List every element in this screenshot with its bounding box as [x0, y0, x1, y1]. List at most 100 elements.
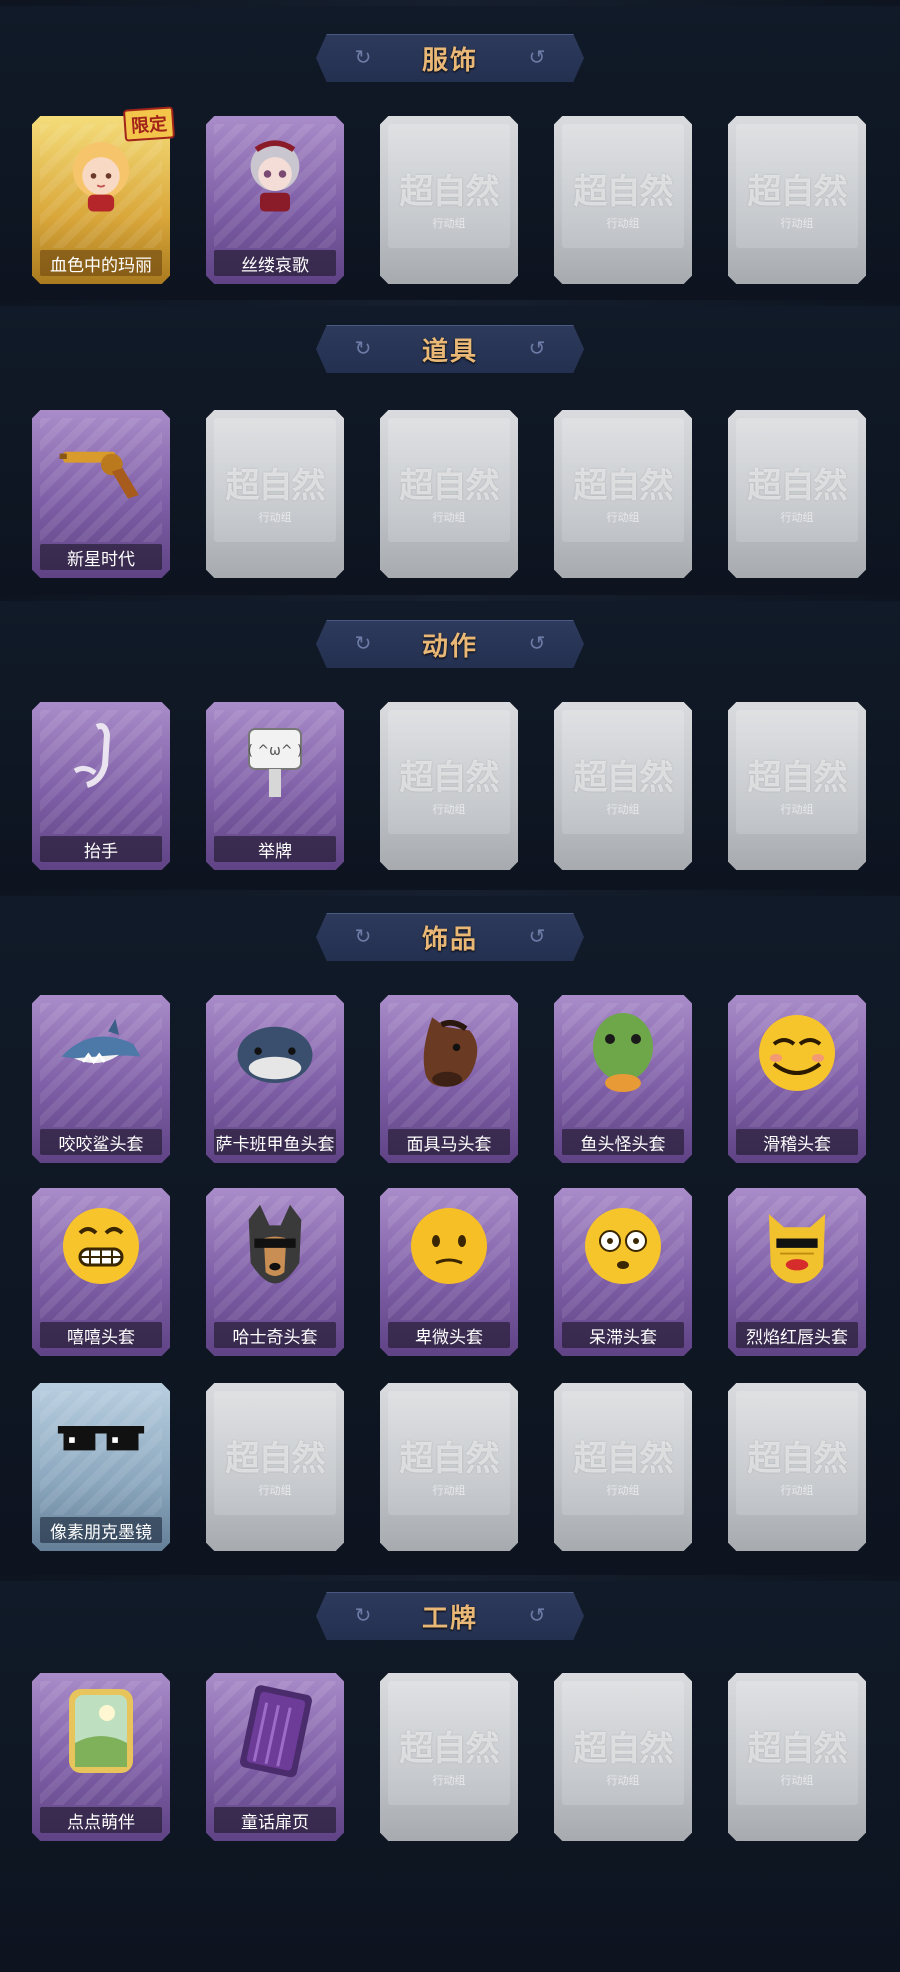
item-card[interactable]: 童话扉页: [206, 1673, 344, 1841]
locked-placeholder: 超自然 行动组: [728, 458, 866, 525]
shark-head-icon: [56, 1013, 146, 1093]
card-label-bar: 咬咬鲨头套: [40, 1129, 162, 1155]
item-card[interactable]: 限定 血色中的玛丽: [32, 106, 176, 284]
card-label-bar: 童话扉页: [214, 1807, 336, 1833]
card-label-bar: 丝缕哀歌: [214, 250, 336, 276]
item-card[interactable]: 萨卡班甲鱼头套: [206, 995, 344, 1163]
item-name: 滑稽头套: [763, 1134, 831, 1154]
locked-item-card[interactable]: 超自然 行动组: [380, 1383, 518, 1551]
card-label-bar: 烈焰红唇头套: [736, 1322, 858, 1348]
locked-item-card[interactable]: 超自然 行动组: [728, 116, 866, 284]
locked-placeholder: 超自然 行动组: [554, 1431, 692, 1498]
locked-placeholder: 超自然 行动组: [728, 1721, 866, 1788]
item-card[interactable]: 丝缕哀歌: [206, 116, 344, 284]
locked-logo: 超自然: [399, 1730, 500, 1768]
locked-logo: 超自然: [573, 1440, 674, 1478]
locked-placeholder: 超自然 行动组: [728, 1431, 866, 1498]
item-card[interactable]: 烈焰红唇头套: [728, 1188, 866, 1356]
locked-placeholder: 超自然 行动组: [380, 1721, 518, 1788]
item-card[interactable]: 咬咬鲨头套: [32, 995, 170, 1163]
locked-subtitle: 行动组: [606, 804, 640, 816]
locked-item-card[interactable]: 超自然 行动组: [728, 410, 866, 578]
item-name: 丝缕哀歌: [241, 255, 309, 275]
section-title: 饰品: [421, 923, 478, 954]
item-card[interactable]: 新星时代: [32, 410, 170, 578]
dazed-face-icon: [578, 1206, 668, 1286]
locked-subtitle: 行动组: [606, 512, 640, 524]
swirl-ornament-icon: ↻: [354, 338, 372, 360]
item-name: 鱼头怪头套: [580, 1134, 666, 1154]
red-lips-head-icon: [752, 1206, 842, 1286]
item-name: 烈焰红唇头套: [746, 1327, 848, 1347]
locked-item-card[interactable]: 超自然 行动组: [728, 702, 866, 870]
card-label-bar: 嘻嘻头套: [40, 1322, 162, 1348]
locked-item-card[interactable]: 超自然 行动组: [554, 702, 692, 870]
item-card[interactable]: 滑稽头套: [728, 995, 866, 1163]
locked-subtitle: 行动组: [432, 1775, 466, 1787]
card-label-bar: 滑稽头套: [736, 1129, 858, 1155]
locked-item-card[interactable]: 超自然 行动组: [728, 1383, 866, 1551]
locked-item-card[interactable]: 超自然 行动组: [554, 410, 692, 578]
section-title: 道具: [421, 335, 478, 366]
item-name: 血色中的玛丽: [50, 255, 152, 275]
locked-subtitle: 行动组: [432, 218, 466, 230]
item-card[interactable]: 面具马头套: [380, 995, 518, 1163]
locked-item-card[interactable]: 超自然 行动组: [554, 116, 692, 284]
locked-logo: 超自然: [573, 759, 674, 797]
locked-subtitle: 行动组: [258, 512, 292, 524]
locked-subtitle: 行动组: [780, 804, 814, 816]
locked-subtitle: 行动组: [780, 1485, 814, 1497]
husky-head-icon: [230, 1204, 320, 1286]
revolver-icon: [56, 428, 146, 508]
item-card[interactable]: 点点萌伴: [32, 1673, 170, 1841]
locked-item-card[interactable]: 超自然 行动组: [206, 1383, 344, 1551]
locked-placeholder: 超自然 行动组: [554, 1721, 692, 1788]
locked-item-card[interactable]: 超自然 行动组: [380, 116, 518, 284]
locked-placeholder: 超自然 行动组: [206, 1431, 344, 1498]
item-card[interactable]: 卑微头套: [380, 1188, 518, 1356]
locked-logo: 超自然: [399, 1440, 500, 1478]
locked-placeholder: 超自然 行动组: [380, 750, 518, 817]
pixel-sunglasses-icon: [56, 1401, 146, 1481]
section-header: ↻ ↺ 动作: [316, 620, 584, 668]
card-label-bar: 面具马头套: [388, 1129, 510, 1155]
item-card[interactable]: 嘻嘻头套: [32, 1188, 170, 1356]
item-name: 抬手: [84, 841, 118, 861]
swirl-ornament-icon: ↺: [528, 633, 546, 655]
locked-item-card[interactable]: 超自然 行动组: [380, 702, 518, 870]
locked-placeholder: 超自然 行动组: [380, 458, 518, 525]
section-header: ↻ ↺ 工牌: [316, 1592, 584, 1640]
item-card[interactable]: 鱼头怪头套: [554, 995, 692, 1163]
locked-logo: 超自然: [573, 467, 674, 505]
locked-logo: 超自然: [747, 1440, 848, 1478]
locked-subtitle: 行动组: [258, 1485, 292, 1497]
locked-item-card[interactable]: 超自然 行动组: [380, 1673, 518, 1841]
swirl-ornament-icon: ↺: [528, 338, 546, 360]
locked-logo: 超自然: [225, 467, 326, 505]
section-header: ↻ ↺ 饰品: [316, 913, 584, 961]
locked-item-card[interactable]: 超自然 行动组: [728, 1673, 866, 1841]
locked-item-card[interactable]: 超自然 行动组: [554, 1673, 692, 1841]
locked-logo: 超自然: [399, 759, 500, 797]
humble-face-icon: [404, 1206, 494, 1286]
item-card[interactable]: ( ^ω^ ) 举牌: [206, 702, 344, 870]
locked-item-card[interactable]: 超自然 行动组: [380, 410, 518, 578]
locked-logo: 超自然: [747, 173, 848, 211]
card-label-bar: 呆滞头套: [562, 1322, 684, 1348]
item-card[interactable]: 抬手: [32, 702, 170, 870]
hold-sign-icon: ( ^ω^ ): [230, 720, 320, 800]
item-card[interactable]: 哈士奇头套: [206, 1188, 344, 1356]
item-card[interactable]: 像素朋克墨镜: [32, 1383, 170, 1551]
locked-item-card[interactable]: 超自然 行动组: [206, 410, 344, 578]
locked-placeholder: 超自然 行动组: [380, 164, 518, 231]
funny-face-icon: [752, 1013, 842, 1093]
section-header: ↻ ↺ 服饰: [316, 34, 584, 82]
locked-item-card[interactable]: 超自然 行动组: [554, 1383, 692, 1551]
locked-subtitle: 行动组: [432, 1485, 466, 1497]
item-card[interactable]: 呆滞头套: [554, 1188, 692, 1356]
locked-subtitle: 行动组: [780, 512, 814, 524]
locked-subtitle: 行动组: [606, 1775, 640, 1787]
horse-head-icon: [404, 1013, 494, 1093]
item-name: 童话扉页: [241, 1812, 309, 1832]
item-name: 举牌: [258, 841, 292, 861]
